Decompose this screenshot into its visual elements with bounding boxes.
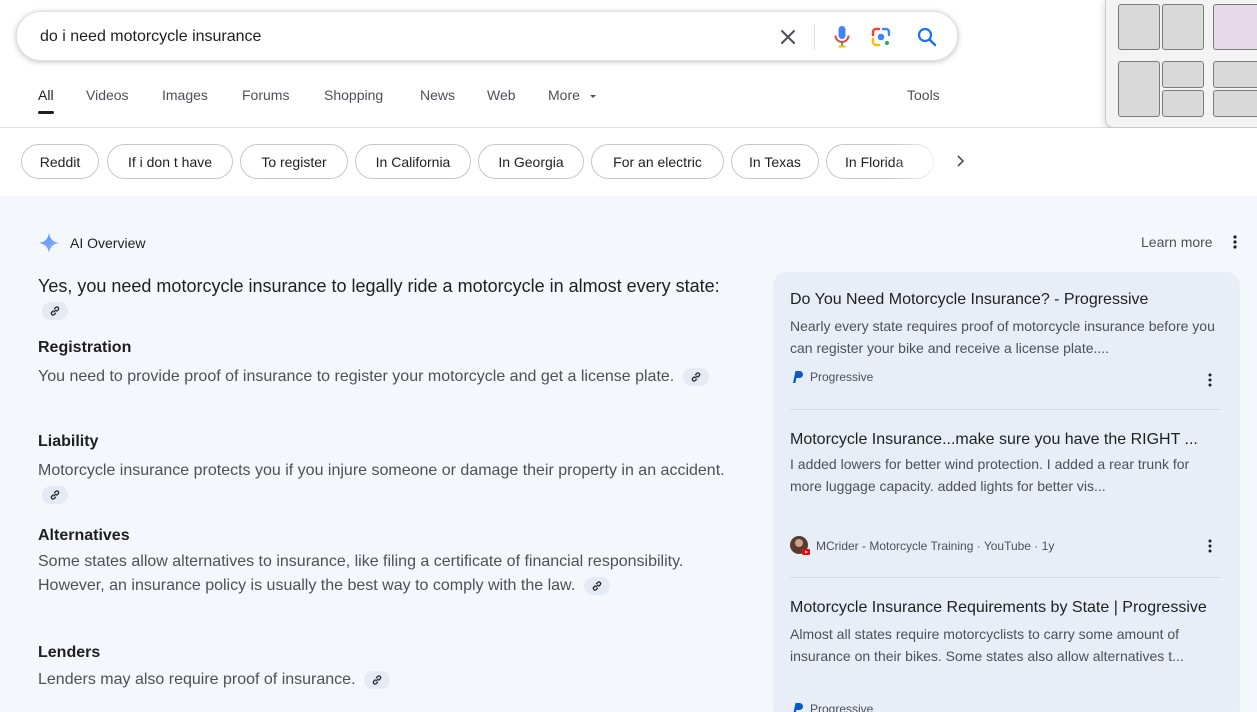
tab-more-label: More: [548, 87, 580, 103]
progressive-logo-icon: [793, 703, 803, 712]
section-body-text: You need to provide proof of insurance t…: [38, 368, 675, 385]
snap-zone[interactable]: [1162, 4, 1204, 50]
section-body: Some states allow alternatives to insura…: [38, 550, 738, 598]
tab-videos[interactable]: Videos: [86, 87, 129, 103]
section-body-text: Motorcycle insurance protects you if you…: [38, 462, 725, 479]
progressive-logo-icon: [793, 371, 803, 383]
source-meta: MCrider - Motorcycle Training · YouTube …: [790, 536, 1054, 556]
section-heading: Liability: [38, 433, 99, 450]
search-header: All Videos Images Forums Shopping News W…: [0, 0, 1257, 128]
learn-more-link[interactable]: Learn more: [1141, 234, 1213, 250]
chip-if-i-dont-have[interactable]: If i don t have: [107, 144, 233, 179]
source-snippet: I added lowers for better wind protectio…: [790, 456, 1190, 494]
caret-down-icon: [589, 95, 596, 99]
more-options-icon[interactable]: [1232, 234, 1242, 252]
clear-icon[interactable]: [775, 24, 801, 50]
source-meta: Progressive: [790, 702, 873, 712]
ai-lead-text: Yes, you need motorcycle insurance to le…: [38, 276, 720, 296]
section-body: Motorcycle insurance protects you if you…: [38, 459, 738, 507]
source-site: MCrider - Motorcycle Training · YouTube …: [816, 539, 1055, 553]
ai-overview-header: AI Overview: [38, 232, 145, 254]
section-body: Lenders may also require proof of insura…: [38, 668, 738, 692]
section-body-text: Lenders may also require proof of insura…: [38, 671, 356, 688]
tab-shopping[interactable]: Shopping: [324, 87, 383, 103]
ai-section-liability: Liability Motorcycle insurance protects …: [38, 431, 738, 507]
source-site: Progressive: [810, 370, 874, 384]
channel-avatar-icon: [790, 536, 810, 555]
source-divider: [790, 577, 1222, 578]
chip-for-an-electric[interactable]: For an electric: [591, 144, 724, 179]
tab-news[interactable]: News: [420, 87, 455, 103]
section-body: You need to provide proof of insurance t…: [38, 365, 738, 389]
ai-lead: Yes, you need motorcycle insurance to le…: [38, 274, 738, 322]
source-snippet: Almost all states require motorcyclists …: [790, 626, 1184, 664]
snap-zone[interactable]: [1213, 4, 1257, 50]
ai-section-registration: Registration You need to provide proof o…: [38, 337, 738, 389]
snap-zone[interactable]: [1118, 4, 1160, 50]
source-card[interactable]: Motorcycle Insurance...make sure you hav…: [790, 428, 1222, 555]
section-heading: Lenders: [38, 644, 101, 661]
refinement-chips: Reddit If i don t have To register In Ca…: [0, 128, 1257, 196]
ai-section-alternatives: Alternatives Some states allow alternati…: [38, 525, 738, 598]
section-heading: Alternatives: [38, 527, 130, 544]
chip-in-georgia[interactable]: In Georgia: [478, 144, 584, 179]
ai-answer: Yes, you need motorcycle insurance to le…: [38, 274, 738, 689]
chip-in-texas[interactable]: In Texas: [731, 144, 819, 179]
more-options-icon[interactable]: [1208, 538, 1212, 554]
search-input[interactable]: [40, 25, 740, 49]
link-icon[interactable]: [583, 576, 610, 595]
snap-zone[interactable]: [1162, 90, 1204, 117]
snap-zone[interactable]: [1162, 61, 1204, 88]
source-snippet: Nearly every state requires proof of mot…: [790, 318, 1215, 356]
source-meta: Progressive: [790, 370, 873, 384]
source-title[interactable]: Motorcycle Insurance Requirements by Sta…: [790, 596, 1222, 620]
ai-overview-title: AI Overview: [70, 235, 146, 251]
chip-in-california[interactable]: In California: [355, 144, 471, 179]
tab-more[interactable]: More: [548, 87, 598, 103]
source-title[interactable]: Do You Need Motorcycle Insurance? - Prog…: [790, 288, 1222, 312]
search-box[interactable]: [16, 11, 958, 61]
ai-overview: AI Overview Learn more Yes, you need mot…: [0, 196, 1257, 712]
link-icon[interactable]: [42, 485, 68, 504]
active-tab-indicator: [38, 111, 54, 114]
source-card[interactable]: Do You Need Motorcycle Insurance? - Prog…: [790, 288, 1222, 387]
more-options-icon[interactable]: [1208, 372, 1212, 388]
source-card[interactable]: Motorcycle Insurance Requirements by Sta…: [790, 596, 1222, 712]
snap-layouts-panel: [1105, 0, 1257, 128]
ai-section-lenders: Lenders Lenders may also require proof o…: [38, 642, 738, 692]
source-site: Progressive: [810, 702, 874, 712]
link-icon[interactable]: [682, 367, 709, 386]
snap-zone[interactable]: [1213, 61, 1257, 88]
snap-zone[interactable]: [1213, 90, 1257, 117]
chips-fade: [890, 144, 950, 179]
tab-forums[interactable]: Forums: [242, 87, 289, 103]
link-icon[interactable]: [42, 302, 68, 321]
section-heading: Registration: [38, 339, 132, 356]
chip-to-register[interactable]: To register: [240, 144, 348, 179]
tab-images[interactable]: Images: [162, 87, 208, 103]
sources-panel: Do You Need Motorcycle Insurance? - Prog…: [773, 272, 1240, 712]
tools-button[interactable]: Tools: [907, 87, 940, 103]
search-divider: [814, 24, 815, 50]
snap-zone[interactable]: [1118, 61, 1160, 117]
chip-reddit[interactable]: Reddit: [21, 144, 99, 179]
source-divider: [790, 409, 1222, 410]
source-title[interactable]: Motorcycle Insurance...make sure you hav…: [790, 428, 1222, 452]
search-icon[interactable]: [914, 24, 940, 50]
link-icon[interactable]: [363, 670, 390, 689]
mic-icon[interactable]: [829, 24, 855, 50]
tab-all[interactable]: All: [38, 87, 54, 103]
chevron-right-icon[interactable]: [949, 150, 971, 172]
lens-icon[interactable]: [868, 24, 894, 50]
sparkle-icon: [39, 233, 59, 253]
tab-web[interactable]: Web: [487, 87, 516, 103]
